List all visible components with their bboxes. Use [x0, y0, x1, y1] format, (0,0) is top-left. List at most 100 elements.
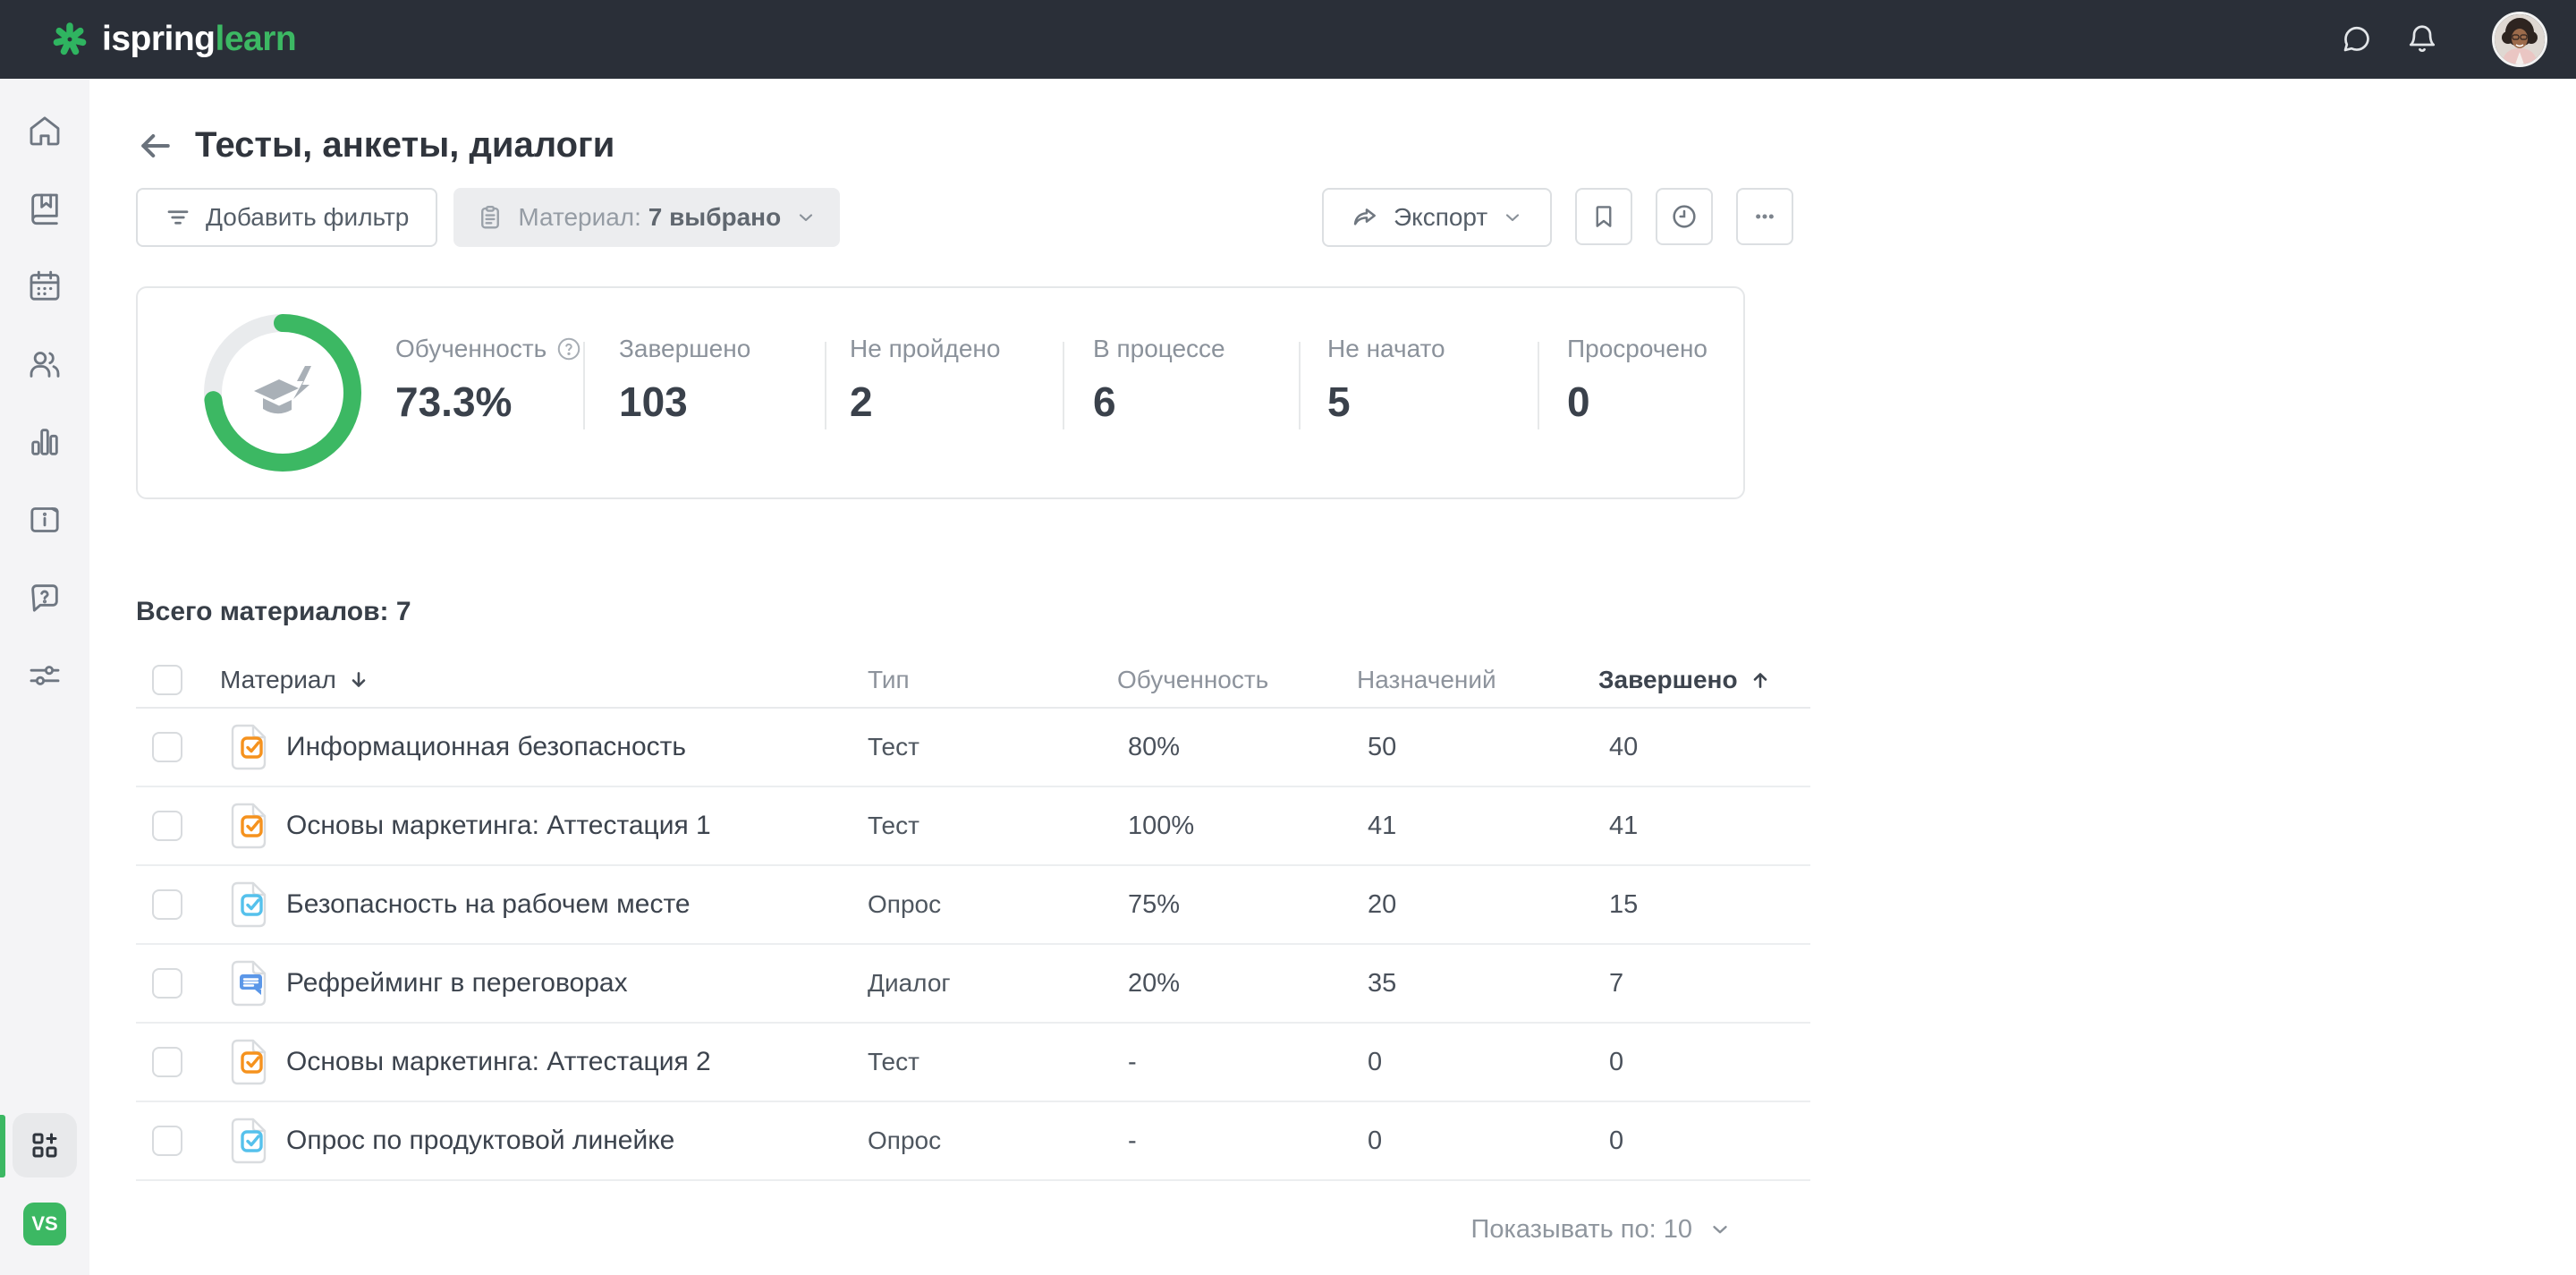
- table-row[interactable]: Основы маркетинга: Аттестация 1 Тест 100…: [136, 787, 1810, 866]
- stat-item: Не начато 5: [1327, 335, 1445, 426]
- stat-divider: [583, 342, 585, 429]
- completed-value: 41: [1598, 812, 1810, 841]
- reports-chart-icon[interactable]: [27, 424, 63, 460]
- brand-logo[interactable]: ispringlearn: [50, 20, 296, 59]
- users-icon[interactable]: [27, 346, 63, 382]
- material-type: Тест: [868, 1048, 1117, 1076]
- row-checkbox[interactable]: [152, 1047, 182, 1077]
- bookmark-button[interactable]: [1575, 188, 1632, 245]
- completed-value: 0: [1598, 1048, 1810, 1077]
- column-header[interactable]: Тип: [868, 666, 1117, 694]
- dialog-icon: [231, 960, 267, 1007]
- survey-icon: [231, 881, 267, 928]
- support-question-icon[interactable]: [27, 580, 63, 616]
- table-row[interactable]: Основы маркетинга: Аттестация 2 Тест - 0…: [136, 1024, 1810, 1102]
- info-portal-icon[interactable]: [27, 502, 63, 538]
- row-checkbox[interactable]: [152, 889, 182, 920]
- help-icon[interactable]: [555, 336, 582, 362]
- apps-grid-plus-icon: [29, 1129, 61, 1161]
- chevron-down-icon: [1708, 1218, 1732, 1241]
- graduation-cap-icon: [254, 366, 311, 413]
- material-name[interactable]: Опрос по продуктовой линейке: [286, 1126, 674, 1156]
- stat-value: 5: [1327, 378, 1445, 426]
- table-row[interactable]: Информационная безопасность Тест 80% 50 …: [136, 709, 1810, 787]
- export-button[interactable]: Экспорт: [1322, 188, 1552, 247]
- bell-icon[interactable]: [2406, 23, 2438, 55]
- column-header-label: Тип: [868, 666, 910, 694]
- sort-down-icon: [347, 668, 370, 692]
- test-icon: [231, 1039, 267, 1085]
- history-button[interactable]: [1656, 188, 1713, 245]
- completed-value: 0: [1598, 1126, 1810, 1156]
- apps-grid-button[interactable]: [13, 1113, 77, 1177]
- filter-icon: [165, 204, 191, 231]
- brand-text: ispringlearn: [102, 20, 296, 59]
- stat-label: Обученность: [395, 335, 547, 363]
- training-value: 75%: [1117, 890, 1357, 920]
- chevron-down-icon: [795, 207, 817, 228]
- assigned-value: 41: [1357, 812, 1598, 841]
- assigned-value: 0: [1357, 1048, 1598, 1077]
- stat-divider: [825, 342, 826, 429]
- material-name[interactable]: Безопасность на рабочем месте: [286, 889, 691, 920]
- stat-item: Завершено 103: [619, 335, 750, 426]
- stat-item: Просрочено 0: [1567, 335, 1707, 426]
- stat-label: Не начато: [1327, 335, 1445, 363]
- select-all-checkbox[interactable]: [152, 665, 182, 695]
- stat-item: В процессе 6: [1093, 335, 1225, 426]
- column-header[interactable]: Материал: [220, 666, 868, 694]
- material-type: Опрос: [868, 1126, 1117, 1155]
- chat-icon[interactable]: [2340, 23, 2372, 55]
- column-header-label: Обученность: [1117, 666, 1268, 694]
- row-checkbox[interactable]: [152, 968, 182, 999]
- user-initials-badge[interactable]: VS: [23, 1203, 66, 1245]
- material-type: Тест: [868, 733, 1117, 761]
- stat-value: 73.3%: [395, 378, 582, 426]
- material-type: Диалог: [868, 969, 1117, 998]
- column-header-label: Назначений: [1357, 666, 1496, 694]
- stat-item: Обученность 73.3%: [395, 335, 582, 426]
- clock-icon: [1670, 202, 1699, 231]
- material-name[interactable]: Информационная безопасность: [286, 732, 686, 762]
- material-name[interactable]: Основы маркетинга: Аттестация 2: [286, 1047, 711, 1077]
- assigned-value: 35: [1357, 969, 1598, 999]
- row-checkbox[interactable]: [152, 732, 182, 762]
- material-type: Опрос: [868, 890, 1117, 919]
- test-icon: [231, 724, 267, 770]
- column-header[interactable]: Назначений: [1357, 666, 1598, 694]
- more-options-button[interactable]: [1736, 188, 1793, 245]
- training-value: 100%: [1117, 812, 1357, 841]
- row-checkbox[interactable]: [152, 811, 182, 841]
- table-row[interactable]: Безопасность на рабочем месте Опрос 75% …: [136, 866, 1810, 945]
- stat-value: 2: [850, 378, 1000, 426]
- table-row[interactable]: Рефрейминг в переговорах Диалог 20% 35 7: [136, 945, 1810, 1024]
- clipboard-icon: [477, 204, 504, 231]
- survey-icon: [231, 1118, 267, 1164]
- home-icon[interactable]: [27, 113, 63, 149]
- calendar-icon[interactable]: [27, 268, 63, 304]
- stat-divider: [1299, 342, 1301, 429]
- material-name[interactable]: Основы маркетинга: Аттестация 1: [286, 811, 711, 841]
- table-row[interactable]: Опрос по продуктовой линейке Опрос - 0 0: [136, 1102, 1810, 1181]
- material-filter-chip[interactable]: Материал: 7 выбрано: [453, 188, 840, 247]
- stat-divider: [1063, 342, 1064, 429]
- ellipsis-icon: [1750, 202, 1779, 231]
- page-size-label: Показывать по: 10: [1471, 1215, 1692, 1245]
- column-header[interactable]: Завершено: [1598, 666, 1810, 694]
- back-arrow-button[interactable]: [136, 126, 175, 166]
- sort-up-icon: [1749, 668, 1772, 692]
- stat-label: Не пройдено: [850, 335, 1000, 363]
- row-checkbox[interactable]: [152, 1126, 182, 1156]
- stat-value: 103: [619, 378, 750, 426]
- export-share-icon: [1351, 203, 1379, 232]
- material-name[interactable]: Рефрейминг в переговорах: [286, 968, 628, 999]
- content-library-icon[interactable]: [27, 191, 63, 226]
- test-icon: [231, 803, 267, 849]
- completed-value: 15: [1598, 890, 1810, 920]
- page-size-selector[interactable]: Показывать по: 10: [136, 1203, 1810, 1256]
- stat-label: Завершено: [619, 335, 750, 363]
- column-header[interactable]: Обученность: [1117, 666, 1357, 694]
- avatar[interactable]: [2492, 12, 2547, 67]
- add-filter-button[interactable]: Добавить фильтр: [136, 188, 437, 247]
- settings-sliders-icon[interactable]: [27, 658, 63, 693]
